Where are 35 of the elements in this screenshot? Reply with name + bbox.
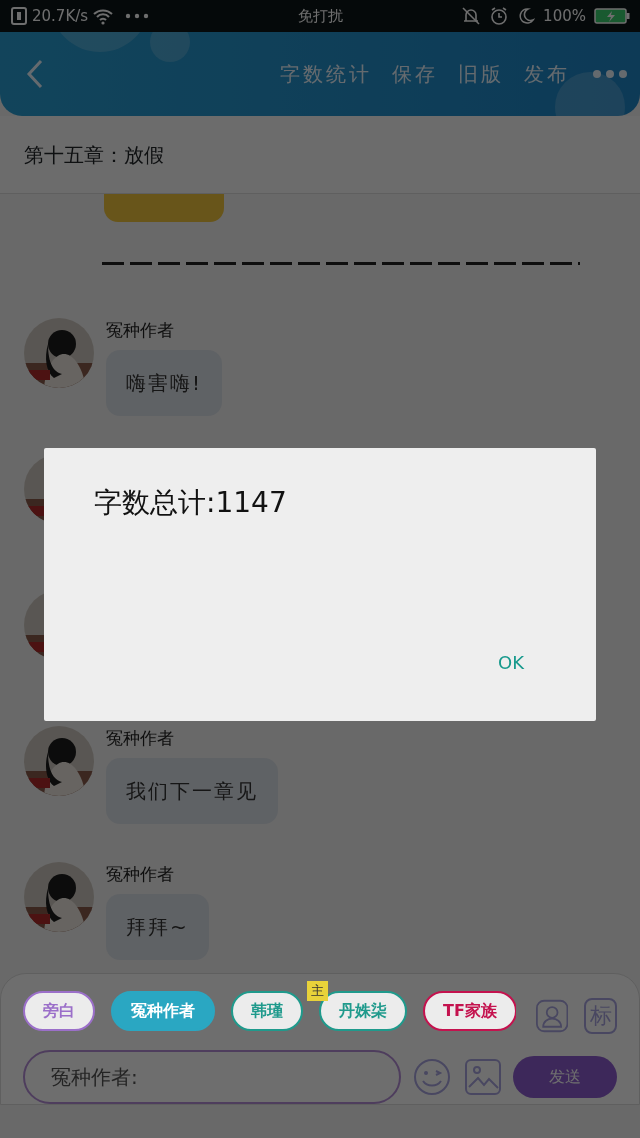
send-button[interactable]: 发送 bbox=[513, 1056, 617, 1098]
wifi-icon bbox=[92, 7, 115, 25]
mode-text: 免打扰 bbox=[297, 5, 343, 27]
image-icon[interactable] bbox=[465, 1059, 501, 1095]
sender-name: 冤种作者 bbox=[106, 863, 175, 886]
role-chip[interactable]: 旁白 bbox=[23, 991, 95, 1031]
header-action[interactable]: 保存 bbox=[382, 59, 448, 89]
battery-text: 100% bbox=[543, 5, 586, 27]
battery-icon bbox=[594, 7, 630, 25]
message-bubble: 我们下一章见 bbox=[106, 757, 278, 824]
role-chip[interactable]: TF家族 bbox=[423, 991, 516, 1031]
role-chip[interactable]: 冤种作者 bbox=[111, 991, 215, 1031]
ok-button[interactable]: OK bbox=[492, 648, 530, 677]
header-action[interactable]: 发布 bbox=[514, 59, 580, 89]
sim-icon bbox=[10, 6, 28, 26]
smiley-icon[interactable] bbox=[413, 1058, 451, 1096]
header-action[interactable]: 旧版 bbox=[448, 59, 514, 89]
message-bubble: 嗨害嗨! bbox=[106, 349, 223, 416]
bell-off-icon bbox=[461, 6, 482, 26]
more-icon bbox=[124, 12, 151, 20]
chapter-title: 第十五章：放假 bbox=[24, 141, 164, 169]
role-chip[interactable]: 韩瑾 bbox=[231, 991, 303, 1031]
sender-name: 冤种作者 bbox=[106, 727, 175, 750]
message-bubble: 拜拜~ bbox=[106, 893, 209, 960]
speed-text: 20.7K/s bbox=[32, 5, 89, 27]
header-action[interactable]: 字数统计 bbox=[270, 59, 382, 89]
alarm-icon bbox=[489, 6, 510, 26]
message-input[interactable]: 冤种作者: bbox=[23, 1050, 401, 1104]
badge-label: 主 bbox=[307, 981, 328, 1001]
moon-icon bbox=[517, 7, 536, 25]
more-icon[interactable] bbox=[592, 69, 628, 79]
dialog-message: 字数总计:1147 bbox=[94, 485, 287, 521]
person-icon[interactable] bbox=[536, 998, 569, 1034]
sender-name: 冤种作者 bbox=[106, 319, 175, 342]
back-icon[interactable] bbox=[25, 58, 45, 90]
